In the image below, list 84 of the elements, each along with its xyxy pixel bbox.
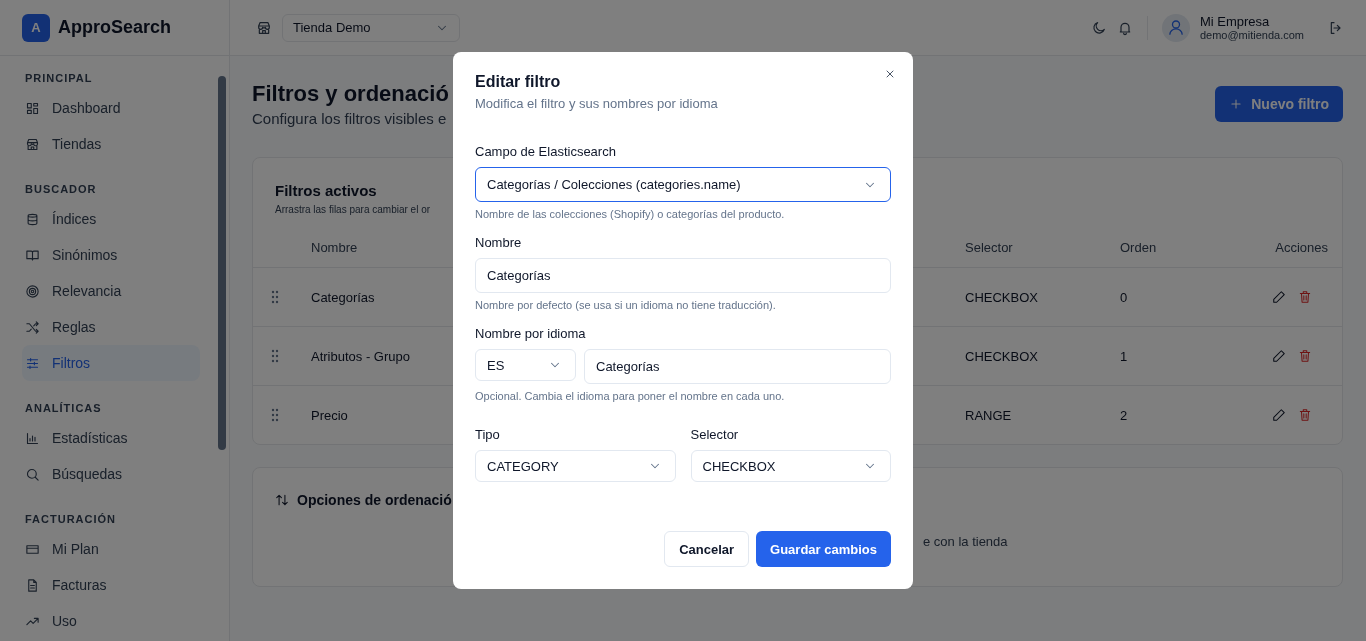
- plus-icon: [1229, 97, 1244, 111]
- search-icon: [25, 466, 40, 482]
- sidebar-item[interactable]: Filtros: [22, 345, 200, 381]
- translated-name-input[interactable]: Categorías: [584, 349, 891, 384]
- sidebar-item[interactable]: Búsquedas: [22, 456, 200, 492]
- drag-handle-icon[interactable]: [271, 408, 279, 422]
- section-heading: ANALÍTICAS: [24, 401, 103, 416]
- sidebar-item[interactable]: Índices: [22, 201, 200, 237]
- table-cell: 2: [1120, 407, 1128, 423]
- sidebar-item[interactable]: Reglas: [22, 309, 200, 345]
- column-header: Orden: [1120, 239, 1157, 255]
- dialog-subtitle: Modifica el filtro y sus nombres por idioma: [475, 96, 719, 111]
- table-cell: CHECKBOX: [965, 289, 1038, 305]
- sidebar-item[interactable]: Uso: [22, 603, 200, 639]
- edit-icon[interactable]: [1272, 290, 1286, 304]
- target-icon: [25, 283, 40, 299]
- card-title: Opciones de ordenació: [297, 492, 452, 508]
- database-icon: [25, 211, 40, 227]
- field-label: Nombre: [475, 235, 523, 250]
- avatar-icon[interactable]: [1161, 13, 1190, 42]
- table-cell: Precio: [311, 407, 348, 423]
- field-dropdown[interactable]: Categorías / Colecciones (categories.name): [475, 167, 891, 202]
- card-hint: Arrastra las filas para cambiar el or: [275, 204, 431, 215]
- table-cell: CHECKBOX: [965, 348, 1038, 364]
- column-header: Selector: [965, 239, 1013, 255]
- section-heading: BUSCADOR: [24, 182, 98, 197]
- shuffle-icon: [25, 319, 40, 335]
- trash-icon[interactable]: [1298, 290, 1312, 304]
- edit-icon[interactable]: [1272, 349, 1286, 363]
- table-cell: 1: [1120, 348, 1128, 364]
- section-heading: FACTURACIÓN: [24, 512, 118, 527]
- sliders-icon: [25, 355, 40, 371]
- sidebar-item[interactable]: Mi Plan: [22, 531, 200, 567]
- table-cell: 0: [1120, 289, 1128, 305]
- selector-dropdown[interactable]: CHECKBOX: [690, 450, 891, 482]
- type-dropdown[interactable]: CATEGORY: [475, 450, 676, 482]
- trash-icon[interactable]: [1298, 408, 1312, 422]
- book-icon: [25, 247, 40, 263]
- column-header: Acciones: [1275, 239, 1328, 255]
- edit-icon[interactable]: [1272, 408, 1286, 422]
- sidebar-item[interactable]: Sinónimos: [22, 237, 200, 273]
- field-label: Nombre por idioma: [475, 326, 587, 341]
- dialog-title: Editar filtro: [475, 72, 562, 92]
- sort-icon: [275, 493, 289, 507]
- grid-icon: [25, 100, 40, 116]
- field-label: Campo de Elasticsearch: [475, 144, 617, 159]
- app-name: ApproSearch: [58, 17, 172, 38]
- close-icon[interactable]: [884, 68, 896, 80]
- drag-handle-icon[interactable]: [271, 290, 279, 304]
- store-icon: [25, 136, 40, 152]
- field-label: Selector: [690, 427, 740, 442]
- help-text: Nombre por defecto (se usa si un idioma no tiene traducción).: [475, 299, 777, 311]
- bar-chart-icon: [25, 430, 40, 446]
- user-email: demo@mitienda.com: [1199, 29, 1304, 41]
- store-icon: [256, 19, 272, 36]
- sidebar-item[interactable]: Dashboard: [22, 90, 200, 126]
- table-cell: Atributos - Grupo: [311, 348, 410, 364]
- store-dropdown[interactable]: Tienda Demo: [282, 13, 460, 42]
- section-heading: PRINCIPAL: [24, 71, 94, 86]
- table-cell: RANGE: [965, 407, 1012, 423]
- field-label: Tipo: [475, 427, 501, 442]
- document-icon: [25, 577, 40, 593]
- new-filter-button[interactable]: Nuevo filtro: [1215, 86, 1343, 122]
- name-input[interactable]: Categorías: [475, 258, 891, 293]
- logo-badge: A: [22, 13, 50, 42]
- table-cell: Categorías: [311, 289, 375, 305]
- sidebar-item[interactable]: Relevancia: [22, 273, 200, 309]
- cancel-button[interactable]: Cancelar: [664, 531, 750, 567]
- language-dropdown[interactable]: ES: [475, 349, 576, 381]
- save-button[interactable]: Guardar cambios: [756, 531, 891, 567]
- sidebar-item[interactable]: Estadísticas: [22, 420, 200, 456]
- page-subtitle: Configura los filtros visibles e: [252, 110, 448, 127]
- column-header: Nombre: [311, 239, 358, 255]
- moon-icon[interactable]: [1090, 19, 1107, 36]
- user-name: Mi Empresa: [1199, 14, 1271, 29]
- drag-handle-icon[interactable]: [271, 349, 279, 363]
- info-text: e con la tienda: [923, 534, 1008, 549]
- card-title: Filtros activos: [275, 182, 377, 199]
- sidebar-item[interactable]: Tiendas: [22, 126, 200, 162]
- help-text: Opcional. Cambia el idioma para poner el nombre en cada uno.: [475, 390, 786, 402]
- trash-icon[interactable]: [1298, 349, 1312, 363]
- help-text: Nombre de las colecciones (Shopify) o categorías del producto.: [475, 208, 786, 220]
- page-title: Filtros y ordenació: [252, 80, 449, 108]
- sidebar-item[interactable]: Facturas: [22, 567, 200, 603]
